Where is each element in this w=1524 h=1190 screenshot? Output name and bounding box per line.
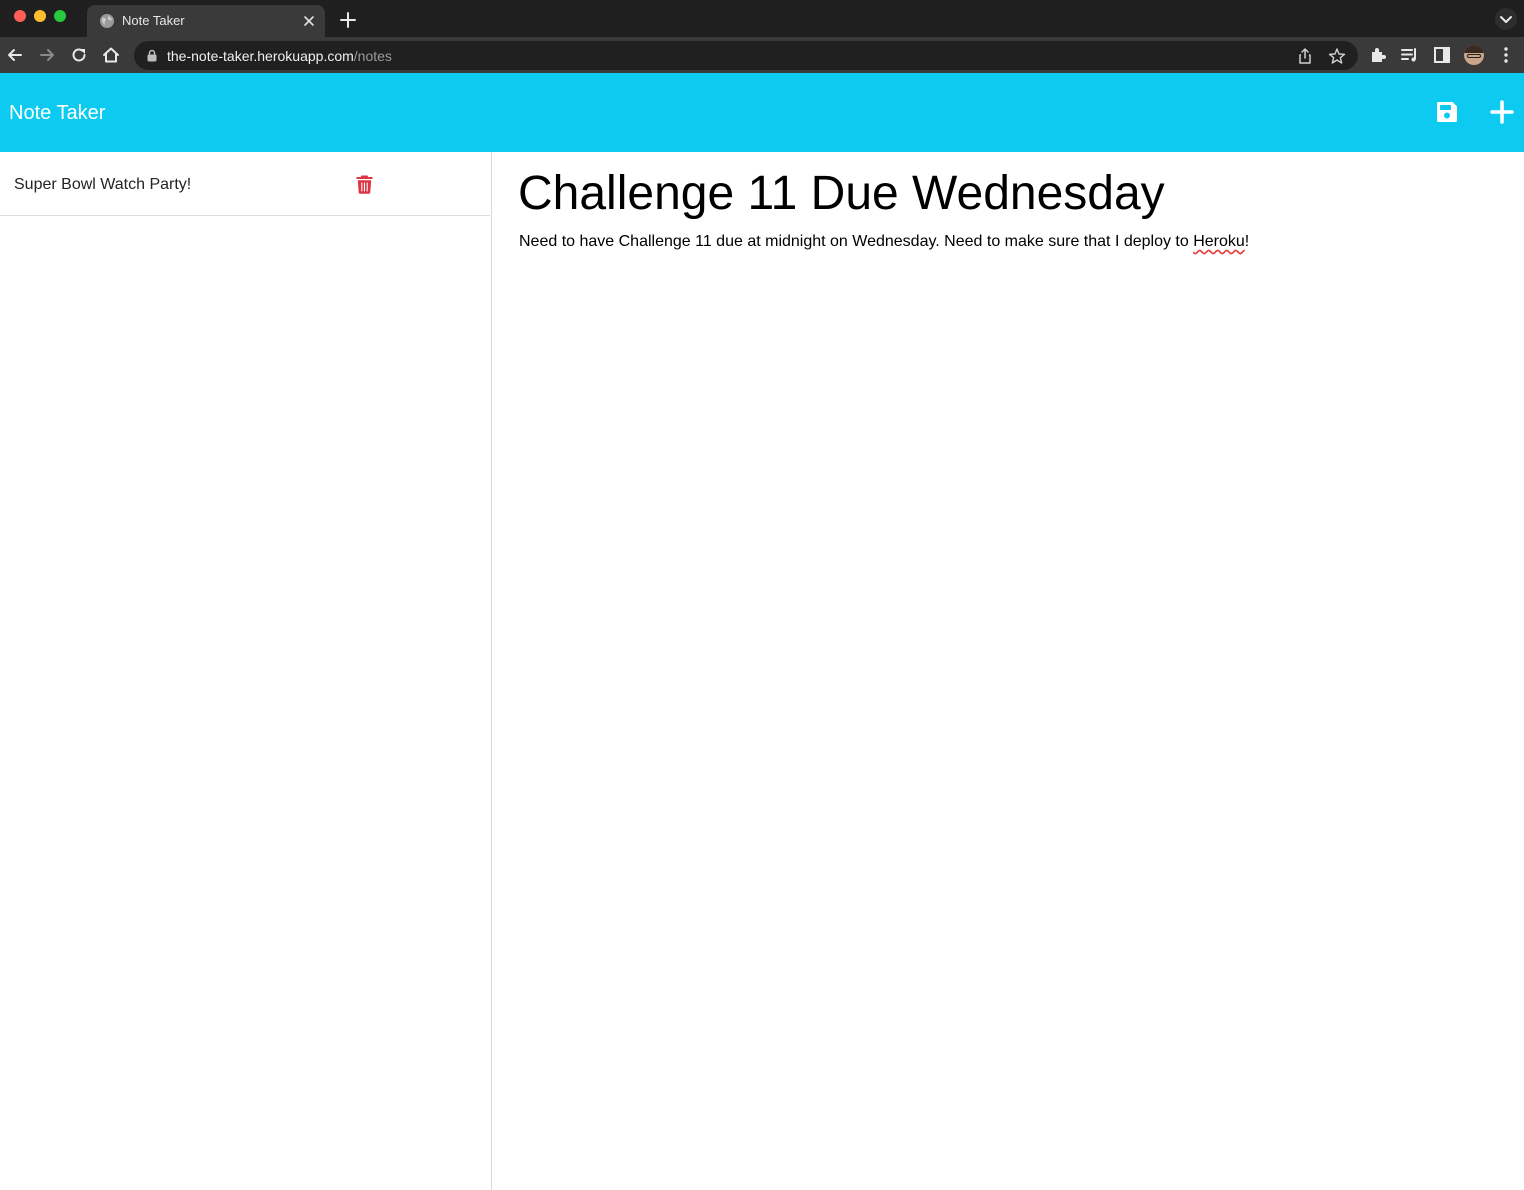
forward-icon[interactable]	[37, 45, 57, 65]
star-icon[interactable]	[1328, 47, 1346, 65]
brand-title[interactable]: Note Taker	[9, 101, 105, 125]
url-text: the-note-taker.herokuapp.com/notes	[167, 48, 392, 64]
url-path: /notes	[353, 48, 392, 64]
note-title-input[interactable]: Challenge 11 Due Wednesday	[518, 166, 1165, 222]
trash-icon[interactable]	[355, 174, 374, 194]
save-note-icon[interactable]	[1435, 100, 1459, 124]
note-item-title: Super Bowl Watch Party!	[14, 176, 192, 193]
side-panel-icon[interactable]	[1432, 45, 1452, 65]
home-icon[interactable]	[101, 45, 121, 65]
avatar[interactable]	[1464, 45, 1484, 65]
reading-list-icon[interactable]	[1400, 45, 1420, 65]
app-navbar: Note Taker	[0, 73, 1524, 152]
browser-tabbar: Note Taker	[0, 0, 1524, 37]
new-tab-icon[interactable]	[337, 9, 359, 31]
note-text-part: Need to have Challenge 11 due at midnigh…	[519, 233, 1194, 250]
globe-icon	[100, 14, 114, 28]
reload-icon[interactable]	[69, 45, 89, 65]
window-close-button[interactable]	[14, 10, 26, 22]
browser-tab[interactable]: Note Taker	[87, 5, 325, 37]
list-item[interactable]: Super Bowl Watch Party!	[0, 152, 490, 216]
close-icon[interactable]	[301, 13, 317, 29]
note-editor: Challenge 11 Due Wednesday Need to have …	[493, 152, 1524, 1190]
chevron-down-icon[interactable]	[1494, 8, 1518, 30]
avatar-glasses	[1467, 54, 1481, 58]
note-list: Super Bowl Watch Party!	[0, 152, 492, 1190]
lock-icon[interactable]	[146, 49, 158, 62]
window-minimize-button[interactable]	[34, 10, 46, 22]
back-icon[interactable]	[5, 45, 25, 65]
share-icon[interactable]	[1296, 47, 1314, 65]
note-text-part: !	[1244, 233, 1250, 250]
more-icon[interactable]	[1496, 45, 1516, 65]
new-note-icon[interactable]	[1490, 100, 1514, 124]
avatar-hair	[1464, 45, 1484, 53]
extensions-icon[interactable]	[1368, 45, 1388, 65]
tab-title: Note Taker	[122, 13, 185, 28]
browser-toolbar: the-note-taker.herokuapp.com/notes	[0, 37, 1524, 73]
note-text-area[interactable]: Need to have Challenge 11 due at midnigh…	[519, 232, 1249, 252]
window-maximize-button[interactable]	[54, 10, 66, 22]
url-host: the-note-taker.herokuapp.com	[167, 48, 354, 64]
misspelled-word: Heroku	[1193, 233, 1245, 250]
address-bar[interactable]: the-note-taker.herokuapp.com/notes	[134, 41, 1358, 70]
